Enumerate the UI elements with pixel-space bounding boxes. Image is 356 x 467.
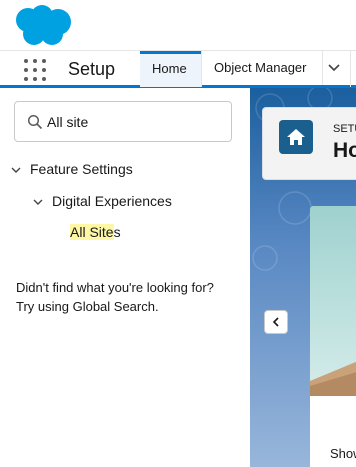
- tree-item-label: Feature Settings: [30, 161, 133, 177]
- tree-item-all-sites[interactable]: All Sites: [70, 224, 121, 240]
- collapse-sidebar-button[interactable]: [264, 310, 288, 334]
- app-name: Setup: [68, 59, 116, 79]
- tab-object-manager[interactable]: Object Manager: [201, 51, 351, 87]
- tree-item-label-rest: s: [113, 224, 121, 240]
- tab-home[interactable]: Home: [140, 51, 201, 87]
- help-line: Try using Global Search.: [16, 299, 159, 314]
- quick-find-input[interactable]: [47, 112, 217, 132]
- main-content: SETUP Home Show: [250, 88, 356, 467]
- page-header: SETUP Home: [262, 107, 356, 180]
- help-line: Didn't find what you're looking for?: [16, 280, 214, 295]
- setup-sidebar: Feature Settings Digital Experiences All…: [0, 88, 250, 467]
- home-icon: [279, 120, 313, 154]
- salesforce-logo[interactable]: [14, 4, 74, 46]
- chevron-down-icon[interactable]: [10, 164, 22, 176]
- tree-item-digital-experiences[interactable]: Digital Experiences: [32, 193, 172, 209]
- quick-find-box: [14, 101, 232, 142]
- tab-home-label: Home: [152, 61, 187, 76]
- global-header: [0, 0, 356, 50]
- chevron-left-icon: [272, 317, 279, 327]
- app-launcher-icon[interactable]: [24, 59, 46, 81]
- tree-item-label: Digital Experiences: [52, 193, 172, 209]
- chevron-down-icon[interactable]: [32, 196, 44, 208]
- tree-item-feature-settings[interactable]: Feature Settings: [10, 161, 133, 177]
- search-help-text: Didn't find what you're looking for? Try…: [16, 278, 246, 316]
- page-eyebrow: SETUP: [333, 123, 356, 135]
- tab-object-manager-label: Object Manager: [214, 60, 307, 75]
- context-bar: Setup Home Object Manager: [0, 50, 356, 88]
- content-card: Show: [310, 206, 356, 467]
- search-match-highlight: All Site: [70, 224, 114, 240]
- search-icon: [27, 114, 43, 130]
- page-title: Home: [333, 139, 356, 162]
- card-text: Show: [330, 446, 356, 461]
- card-illustration: [310, 206, 356, 396]
- chevron-down-icon[interactable]: [322, 51, 344, 85]
